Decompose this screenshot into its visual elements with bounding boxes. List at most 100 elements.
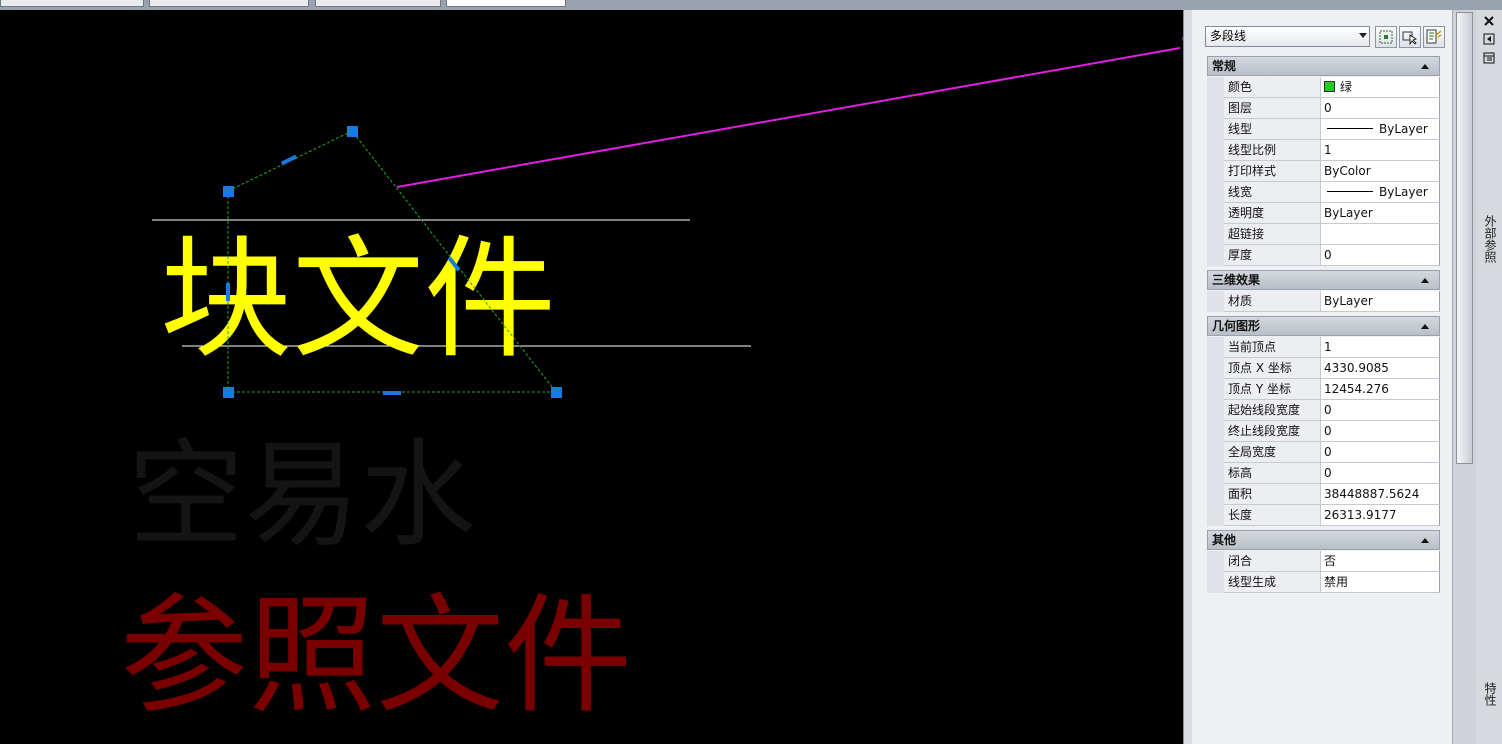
document-tab-active[interactable]	[446, 0, 566, 7]
property-value-text: ByLayer	[1324, 294, 1373, 308]
property-row[interactable]: 面积 38448887.5624	[1207, 484, 1440, 505]
property-value-text: 1	[1324, 143, 1332, 157]
property-row[interactable]: 超链接	[1207, 224, 1440, 245]
midpoint-grip[interactable]	[280, 154, 298, 166]
document-tab[interactable]	[315, 0, 441, 7]
property-row[interactable]: 长度 26313.9177	[1207, 505, 1440, 526]
property-value[interactable]: 12454.276	[1321, 379, 1440, 400]
property-value[interactable]: 0	[1321, 245, 1440, 266]
property-row[interactable]: 全局宽度 0	[1207, 442, 1440, 463]
document-tab[interactable]	[149, 0, 309, 7]
vertex-grip[interactable]	[551, 387, 562, 398]
property-value[interactable]: ByLayer	[1321, 203, 1440, 224]
property-row[interactable]: 颜色 绿	[1207, 77, 1440, 98]
property-row[interactable]: 图层 0	[1207, 98, 1440, 119]
property-name: 材质	[1224, 291, 1321, 312]
property-row[interactable]: 顶点 Y 坐标 12454.276	[1207, 379, 1440, 400]
property-row[interactable]: 打印样式 ByColor	[1207, 161, 1440, 182]
block-text[interactable]: 块文件	[160, 223, 556, 377]
property-value[interactable]: 1	[1321, 337, 1440, 358]
drawing-area[interactable]: 空易水 参照文件 块文件	[0, 10, 1183, 744]
collapse-arrow-icon[interactable]	[1421, 324, 1429, 329]
property-name: 透明度	[1224, 203, 1321, 224]
property-row[interactable]: 厚度 0	[1207, 245, 1440, 266]
palette-scrollbar[interactable]	[1452, 10, 1476, 744]
vertex-grip[interactable]	[347, 126, 358, 137]
row-gutter	[1207, 224, 1224, 245]
document-tab[interactable]	[0, 0, 144, 7]
property-value[interactable]: 4330.9085	[1321, 358, 1440, 379]
section-header[interactable]: 三维效果	[1207, 270, 1440, 290]
row-gutter	[1207, 119, 1224, 140]
collapse-arrow-icon[interactable]	[1421, 64, 1429, 69]
row-gutter	[1207, 442, 1224, 463]
property-value[interactable]: 0	[1321, 463, 1440, 484]
section-header[interactable]: 其他	[1207, 530, 1440, 550]
property-value[interactable]: ByLayer	[1321, 182, 1440, 203]
property-row[interactable]: 材质 ByLayer	[1207, 291, 1440, 312]
midpoint-grip[interactable]	[383, 391, 401, 395]
property-row[interactable]: 线型生成 禁用	[1207, 572, 1440, 593]
property-value[interactable]: 绿	[1321, 77, 1440, 98]
property-row[interactable]: 当前顶点 1	[1207, 337, 1440, 358]
property-value[interactable]: 禁用	[1321, 572, 1440, 593]
property-value[interactable]: 否	[1321, 551, 1440, 572]
property-name: 线型生成	[1224, 572, 1321, 593]
property-value-text: 0	[1324, 248, 1332, 262]
property-row[interactable]: 起始线段宽度 0	[1207, 400, 1440, 421]
xref-text[interactable]: 参照文件	[120, 582, 632, 731]
tab-external-references[interactable]: 外部参照	[1482, 215, 1499, 263]
property-value[interactable]: ByColor	[1321, 161, 1440, 182]
properties-options-icon[interactable]	[1483, 52, 1495, 64]
property-row[interactable]: 闭合否	[1207, 551, 1440, 572]
object-type-dropdown[interactable]: 多段线	[1205, 26, 1370, 47]
collapse-arrow-icon[interactable]	[1421, 538, 1429, 543]
property-name: 颜色	[1224, 77, 1321, 98]
pickadd-toggle-button[interactable]	[1423, 26, 1445, 48]
property-value[interactable]: 26313.9177	[1321, 505, 1440, 526]
property-row[interactable]: 终止线段宽度 0	[1207, 421, 1440, 442]
property-value[interactable]	[1321, 224, 1440, 245]
property-value[interactable]: 0	[1321, 421, 1440, 442]
property-value-text: 否	[1324, 554, 1337, 568]
vertex-grip[interactable]	[223, 186, 234, 197]
property-row[interactable]: 透明度 ByLayer	[1207, 203, 1440, 224]
property-value[interactable]: 0	[1321, 400, 1440, 421]
autohide-icon[interactable]	[1483, 33, 1495, 45]
property-row[interactable]: 线宽 ByLayer	[1207, 182, 1440, 203]
midpoint-grip[interactable]	[226, 283, 230, 301]
property-value[interactable]: 0	[1321, 442, 1440, 463]
select-objects-button[interactable]	[1399, 26, 1421, 48]
section-title: 常规	[1212, 59, 1237, 73]
property-value[interactable]: 0	[1321, 98, 1440, 119]
property-value[interactable]: ByLayer	[1321, 291, 1440, 312]
linetype-sample	[1327, 191, 1373, 192]
row-gutter	[1207, 379, 1224, 400]
section-header[interactable]: 常规	[1207, 56, 1440, 76]
section-header[interactable]: 几何图形	[1207, 316, 1440, 336]
row-gutter	[1207, 203, 1224, 224]
property-row[interactable]: 标高 0	[1207, 463, 1440, 484]
scrollbar-thumb[interactable]	[1456, 12, 1473, 464]
property-value[interactable]: ByLayer	[1321, 119, 1440, 140]
property-name: 线型比例	[1224, 140, 1321, 161]
chevron-down-icon	[1359, 33, 1367, 38]
property-row[interactable]: 线型 ByLayer	[1207, 119, 1440, 140]
property-value-text: 12454.276	[1324, 382, 1389, 396]
vertex-grip[interactable]	[223, 387, 234, 398]
faint-text[interactable]: 空易水	[128, 428, 476, 563]
property-value[interactable]: 38448887.5624	[1321, 484, 1440, 505]
close-icon[interactable]	[1483, 15, 1495, 27]
property-row[interactable]: 顶点 X 坐标 4330.9085	[1207, 358, 1440, 379]
row-gutter	[1207, 161, 1224, 182]
row-gutter	[1207, 291, 1224, 312]
property-name: 闭合	[1224, 551, 1321, 572]
drawing-canvas[interactable]: 空易水 参照文件 块文件	[0, 10, 1183, 744]
quick-select-button[interactable]	[1375, 26, 1397, 48]
tab-properties[interactable]: 特性	[1482, 682, 1499, 706]
property-name: 全局宽度	[1224, 442, 1321, 463]
property-value[interactable]: 1	[1321, 140, 1440, 161]
leader-arrow[interactable]	[396, 37, 1183, 188]
collapse-arrow-icon[interactable]	[1421, 278, 1429, 283]
property-row[interactable]: 线型比例 1	[1207, 140, 1440, 161]
